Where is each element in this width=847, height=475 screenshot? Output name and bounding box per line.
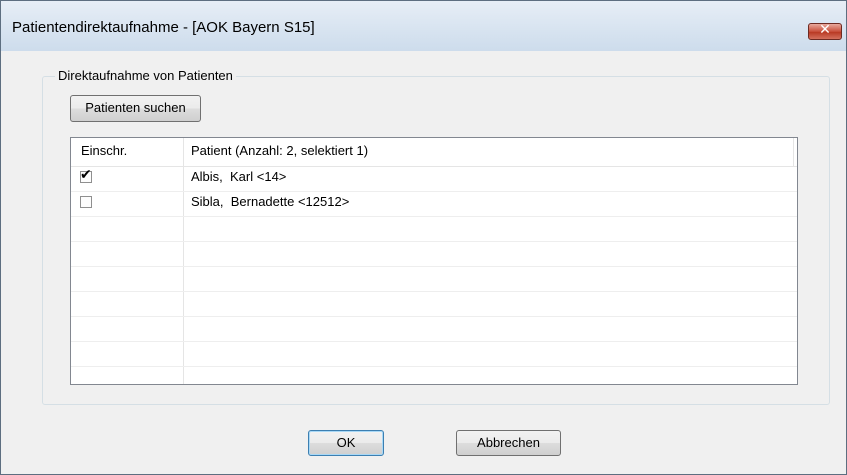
close-icon: ✕ [819,22,831,38]
column-header-patient[interactable]: Patient (Anzahl: 2, selektiert 1) [191,138,368,166]
patient-name-cell: Sibla, Bernadette <12512> [191,194,350,209]
empty-row [71,342,797,367]
ok-button[interactable]: OK [308,430,384,456]
column-header-einschr[interactable]: Einschr. [81,138,127,166]
dialog-window: Patientendirektaufnahme - [AOK Bayern S1… [0,0,847,475]
list-header: Einschr. Patient (Anzahl: 2, selektiert … [71,138,797,167]
window-title: Patientendirektaufnahme - [AOK Bayern S1… [12,19,315,36]
checkmark-icon: ✔ [80,167,92,183]
search-patients-button[interactable]: Patienten suchen [70,95,201,122]
empty-row [71,317,797,342]
empty-row [71,292,797,317]
column-divider[interactable] [183,138,184,166]
restriction-checkbox[interactable] [80,196,92,208]
close-button[interactable]: ✕ [808,22,842,40]
table-row[interactable]: Sibla, Bernadette <12512> [71,192,797,217]
group-label: Direktaufnahme von Patienten [55,68,236,83]
empty-row [71,217,797,242]
restriction-checkbox[interactable]: ✔ [80,167,92,183]
patient-list[interactable]: Einschr. Patient (Anzahl: 2, selektiert … [70,137,798,385]
dialog-client-area: Direktaufnahme von Patienten Patienten s… [12,51,835,474]
column-divider[interactable] [793,138,794,166]
patient-name-cell: Albis, Karl <14> [191,169,287,184]
title-bar[interactable]: Patientendirektaufnahme - [AOK Bayern S1… [1,1,846,51]
empty-row [71,267,797,292]
table-row[interactable]: ✔ Albis, Karl <14> [71,167,797,192]
empty-row [71,242,797,267]
cancel-button[interactable]: Abbrechen [456,430,561,456]
